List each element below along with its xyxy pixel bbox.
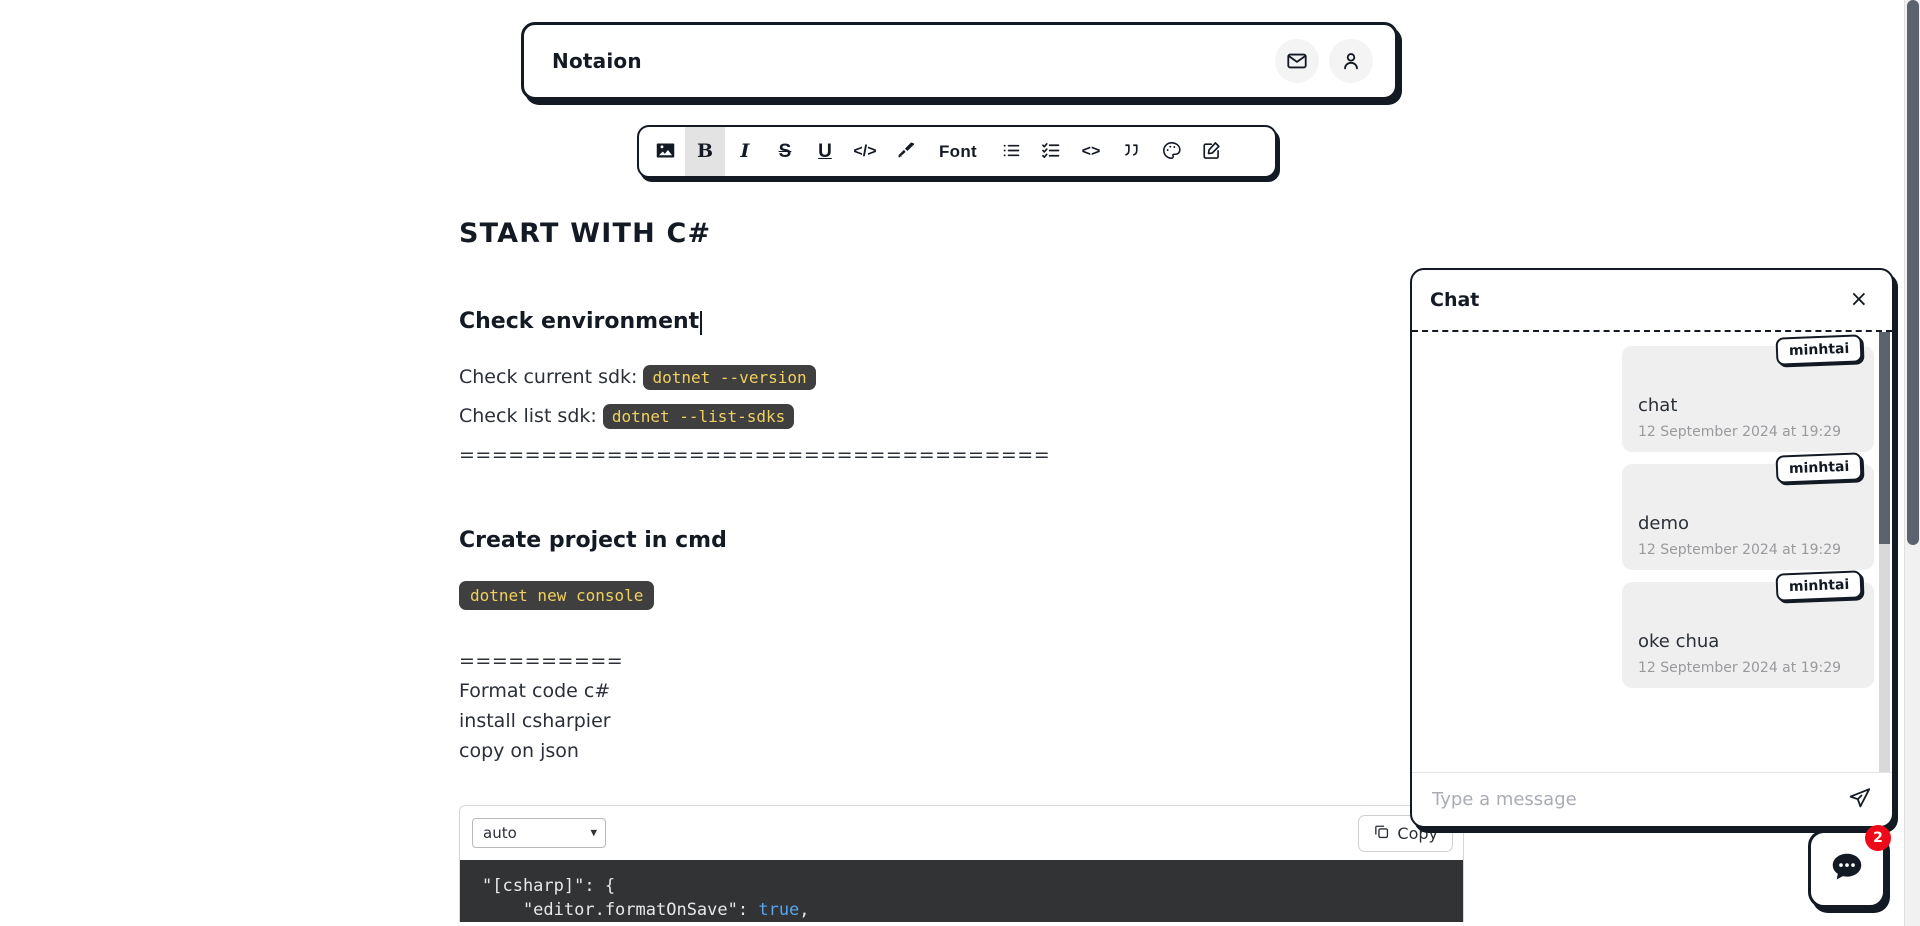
doc-heading-check-environment: Check environment (459, 309, 1459, 334)
inline-code-button[interactable]: </> (845, 127, 885, 176)
color-palette-button[interactable] (1151, 127, 1191, 176)
code-block-toolbar: auto ▾ Copy (460, 806, 1463, 860)
code-line-2-value: true (758, 900, 799, 920)
label-check-current-sdk: Check current sdk: (459, 366, 643, 388)
image-icon (655, 140, 676, 164)
angle-brackets-icon: <> (1082, 144, 1101, 160)
code-line-2-tail: , (799, 900, 809, 920)
quote-icon (1121, 140, 1142, 164)
chat-bubble-icon (1828, 848, 1866, 890)
chat-message: minhtai demo 12 September 2024 at 19:29 (1622, 464, 1874, 570)
copy-icon (1373, 823, 1390, 844)
label-check-list-sdk: Check list sdk: (459, 405, 603, 427)
send-plane-icon (1848, 786, 1872, 813)
font-label: Font (939, 142, 977, 162)
chat-panel: Chat × minhtai chat 12 September 2024 at… (1410, 268, 1894, 828)
bullet-list-button[interactable] (991, 127, 1031, 176)
page-title: Notaion (552, 49, 1275, 73)
chat-message: minhtai oke chua 12 September 2024 at 19… (1622, 582, 1874, 688)
message-text: oke chua (1638, 631, 1858, 652)
doc-heading-1: START WITH C# (459, 218, 1459, 249)
chat-input-row (1412, 772, 1892, 826)
doc-note-line-1: Format code c# (459, 676, 1459, 706)
insert-image-button[interactable] (645, 127, 685, 176)
chat-message-input[interactable] (1430, 788, 1836, 811)
chat-title: Chat (1430, 289, 1479, 311)
message-author-badge: minhtai (1775, 452, 1862, 483)
italic-button[interactable]: I (725, 127, 765, 176)
send-message-button[interactable] (1846, 784, 1874, 815)
font-button[interactable]: Font (925, 127, 991, 176)
doc-note-line-3: copy on json (459, 736, 1459, 766)
message-text: chat (1638, 395, 1858, 416)
highlight-button[interactable] (885, 127, 925, 176)
doc-divider-long: ==================================== (459, 440, 1459, 470)
underline-button[interactable]: U (805, 127, 845, 176)
inline-code-dotnet-new-console: dotnet new console (459, 581, 654, 610)
mail-button[interactable] (1275, 39, 1319, 83)
chat-launcher[interactable]: 2 (1808, 830, 1886, 908)
edit-button[interactable] (1191, 127, 1231, 176)
document-editor[interactable]: START WITH C# Check environment Check cu… (459, 218, 1459, 766)
message-timestamp: 12 September 2024 at 19:29 (1638, 424, 1858, 440)
check-list-icon (1041, 140, 1062, 164)
code-line-1: "[csharp]": { (482, 876, 615, 896)
app-header: Notaion (521, 22, 1398, 100)
code-language-select[interactable]: auto (472, 818, 606, 848)
doc-note-line-2: install csharpier (459, 706, 1459, 736)
palette-icon (1161, 140, 1182, 164)
doc-divider-short: ========== (459, 646, 1459, 676)
chat-scrollbar[interactable] (1879, 332, 1890, 772)
user-icon (1340, 50, 1362, 72)
brush-icon (895, 140, 916, 164)
message-text: demo (1638, 513, 1858, 534)
italic-icon: I (741, 142, 750, 161)
message-timestamp: 12 September 2024 at 19:29 (1638, 542, 1858, 558)
pencil-square-icon (1201, 140, 1222, 164)
code-content[interactable]: "[csharp]": { "editor.formatOnSave": tru… (460, 860, 1463, 922)
underline-icon: U (818, 142, 832, 161)
chat-header: Chat × (1412, 270, 1892, 332)
code-line-2-key: "editor.formatOnSave": (482, 900, 758, 920)
formatting-toolbar: B I S U </> Font (637, 125, 1277, 178)
strikethrough-button[interactable]: S (765, 127, 805, 176)
bullet-list-icon (1001, 140, 1022, 164)
message-author-badge: minhtai (1775, 334, 1862, 365)
message-timestamp: 12 September 2024 at 19:29 (1638, 660, 1858, 676)
inline-code-dotnet-list-sdks: dotnet --list-sdks (603, 404, 794, 429)
message-author-badge: minhtai (1775, 570, 1862, 601)
strikethrough-icon: S (779, 142, 792, 161)
check-list-button[interactable] (1031, 127, 1071, 176)
doc-paragraph-current-sdk: Check current sdk: dotnet --version (459, 362, 1459, 392)
chat-message-list: minhtai chat 12 September 2024 at 19:29 … (1430, 346, 1874, 688)
doc-heading-create-project: Create project in cmd (459, 528, 1459, 553)
chat-message-area: minhtai chat 12 September 2024 at 19:29 … (1412, 332, 1892, 772)
doc-paragraph-create-project-code: dotnet new console (459, 581, 1459, 610)
page-scrollbar-thumb[interactable] (1907, 0, 1919, 545)
header-actions (1275, 39, 1373, 83)
unread-badge: 2 (1865, 825, 1891, 851)
chat-message: minhtai chat 12 September 2024 at 19:29 (1622, 346, 1874, 452)
code-block-widget: auto ▾ Copy "[csharp]": { "editor.format… (459, 805, 1464, 922)
code-block-button[interactable]: <> (1071, 127, 1111, 176)
doc-paragraph-list-sdk: Check list sdk: dotnet --list-sdks (459, 401, 1459, 431)
mail-icon (1286, 50, 1308, 72)
language-select-wrapper: auto ▾ (472, 818, 606, 848)
close-icon[interactable]: × (1846, 287, 1872, 313)
bold-icon: B (697, 142, 713, 161)
quote-button[interactable] (1111, 127, 1151, 176)
chat-scrollbar-thumb[interactable] (1879, 332, 1890, 544)
page-scrollbar[interactable] (1904, 0, 1920, 926)
code-slash-icon: </> (853, 144, 876, 160)
account-button[interactable] (1329, 39, 1373, 83)
inline-code-dotnet-version: dotnet --version (643, 365, 815, 390)
bold-button[interactable]: B (685, 127, 725, 176)
